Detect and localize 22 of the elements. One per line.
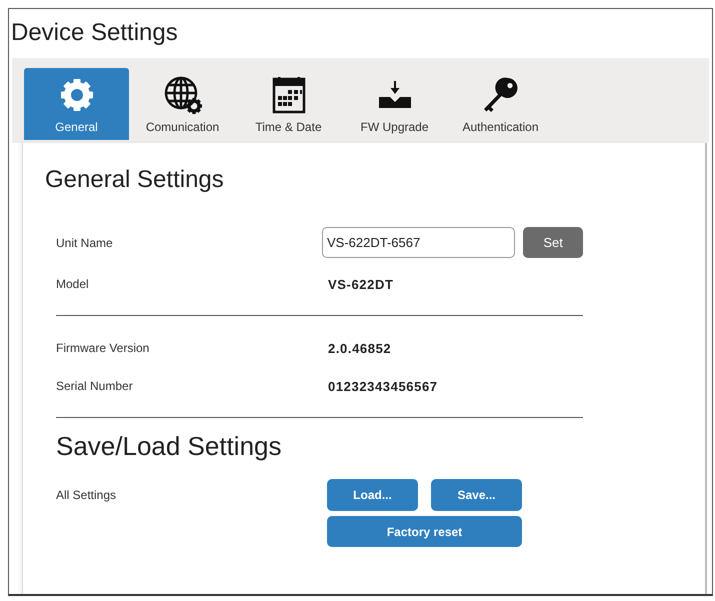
save-button[interactable]: Save... (431, 479, 522, 511)
field-value: 01232343456567 (327, 378, 438, 394)
tab[interactable]: Authentication (448, 68, 553, 140)
tab[interactable]: Comunication (130, 68, 235, 140)
section-heading: General Settings (45, 165, 224, 195)
section-heading: Save/Load Settings (56, 431, 282, 461)
window-title: Device Settings (11, 18, 178, 48)
load-button[interactable]: Load... (327, 479, 418, 511)
tab[interactable]: General (24, 68, 129, 140)
field-label: Model (56, 277, 90, 291)
set-button[interactable]: Set (523, 227, 583, 258)
globe-gear-icon (162, 75, 202, 115)
field-value: 2.0.46852 (327, 340, 392, 356)
tab[interactable]: FW Upgrade (342, 68, 447, 140)
field-label: All Settings (56, 488, 118, 502)
field-value: VS-622DT (327, 276, 394, 292)
factory-reset-button[interactable]: Factory reset (327, 516, 522, 547)
field-label: Firmware Version (56, 341, 150, 355)
field-label: Unit Name (56, 236, 114, 250)
field-label: Serial Number (56, 379, 134, 393)
unit-name-field[interactable]: VS-622DT-6567 (322, 227, 516, 258)
tab[interactable]: Time & Date (236, 68, 341, 140)
